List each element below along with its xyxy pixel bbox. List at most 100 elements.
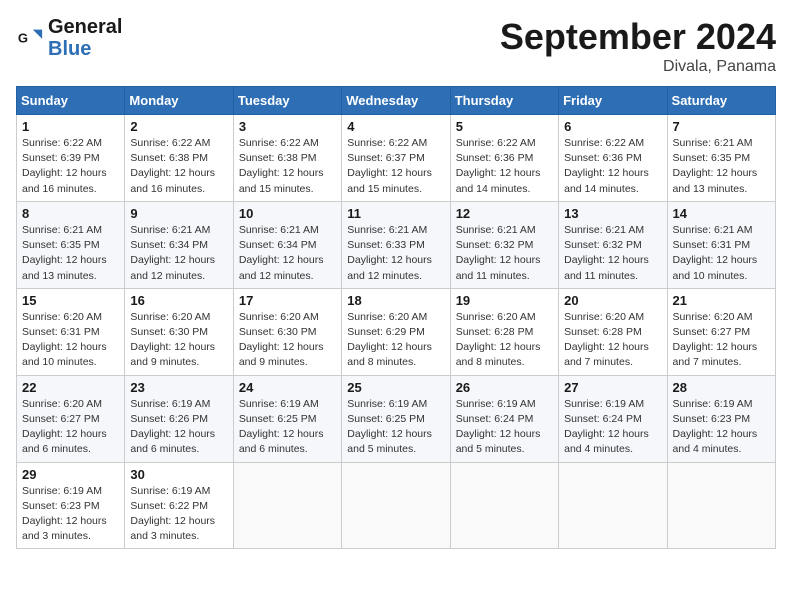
calendar-day-cell: 7 Sunrise: 6:21 AM Sunset: 6:35 PM Daylig…	[667, 115, 775, 202]
logo-icon: G	[16, 24, 44, 52]
day-number: 30	[130, 467, 227, 482]
calendar-day-cell: 21 Sunrise: 6:20 AM Sunset: 6:27 PM Dayli…	[667, 288, 775, 375]
day-info: Sunrise: 6:21 AM Sunset: 6:35 PM Dayligh…	[673, 136, 770, 197]
day-info: Sunrise: 6:19 AM Sunset: 6:24 PM Dayligh…	[456, 397, 553, 458]
day-header-saturday: Saturday	[667, 87, 775, 115]
day-number: 24	[239, 380, 336, 395]
day-header-thursday: Thursday	[450, 87, 558, 115]
logo-line2: Blue	[48, 38, 122, 60]
day-number: 10	[239, 206, 336, 221]
calendar-week-row: 1Sunrise: 6:22 AM Sunset: 6:39 PM Daylig…	[17, 115, 776, 202]
day-info: Sunrise: 6:22 AM Sunset: 6:37 PM Dayligh…	[347, 136, 444, 197]
calendar-day-cell: 8 Sunrise: 6:21 AM Sunset: 6:35 PM Daylig…	[17, 201, 125, 288]
calendar-day-cell: 6 Sunrise: 6:22 AM Sunset: 6:36 PM Daylig…	[559, 115, 667, 202]
day-info: Sunrise: 6:22 AM Sunset: 6:38 PM Dayligh…	[130, 136, 227, 197]
calendar-day-cell: 9 Sunrise: 6:21 AM Sunset: 6:34 PM Daylig…	[125, 201, 233, 288]
day-info: Sunrise: 6:20 AM Sunset: 6:27 PM Dayligh…	[22, 397, 119, 458]
day-number: 6	[564, 119, 661, 134]
day-number: 21	[673, 293, 770, 308]
day-number: 8	[22, 206, 119, 221]
day-info: Sunrise: 6:19 AM Sunset: 6:25 PM Dayligh…	[239, 397, 336, 458]
day-info: Sunrise: 6:19 AM Sunset: 6:25 PM Dayligh…	[347, 397, 444, 458]
day-number: 20	[564, 293, 661, 308]
day-header-wednesday: Wednesday	[342, 87, 450, 115]
day-info: Sunrise: 6:19 AM Sunset: 6:26 PM Dayligh…	[130, 397, 227, 458]
calendar-week-row: 29 Sunrise: 6:19 AM Sunset: 6:23 PM Dayli…	[17, 462, 776, 549]
month-title: September 2024	[500, 16, 776, 58]
day-info: Sunrise: 6:21 AM Sunset: 6:34 PM Dayligh…	[130, 223, 227, 284]
day-header-sunday: Sunday	[17, 87, 125, 115]
location: Divala, Panama	[500, 58, 776, 76]
day-number: 14	[673, 206, 770, 221]
calendar-day-cell: 13 Sunrise: 6:21 AM Sunset: 6:32 PM Dayli…	[559, 201, 667, 288]
day-header-tuesday: Tuesday	[233, 87, 341, 115]
calendar-day-cell: 28 Sunrise: 6:19 AM Sunset: 6:23 PM Dayli…	[667, 375, 775, 462]
day-number: 25	[347, 380, 444, 395]
day-number: 28	[673, 380, 770, 395]
day-info: Sunrise: 6:21 AM Sunset: 6:31 PM Dayligh…	[673, 223, 770, 284]
day-number: 26	[456, 380, 553, 395]
calendar-day-cell: 16Sunrise: 6:20 AM Sunset: 6:30 PM Dayli…	[125, 288, 233, 375]
calendar-day-cell: 30 Sunrise: 6:19 AM Sunset: 6:22 PM Dayli…	[125, 462, 233, 549]
calendar-day-cell: 20Sunrise: 6:20 AM Sunset: 6:28 PM Dayli…	[559, 288, 667, 375]
calendar-day-cell: 24 Sunrise: 6:19 AM Sunset: 6:25 PM Dayli…	[233, 375, 341, 462]
calendar-day-cell: 3 Sunrise: 6:22 AM Sunset: 6:38 PM Daylig…	[233, 115, 341, 202]
day-number: 12	[456, 206, 553, 221]
calendar-day-cell: 12 Sunrise: 6:21 AM Sunset: 6:32 PM Dayli…	[450, 201, 558, 288]
page-header: G General Blue September 2024 Divala, Pa…	[16, 16, 776, 76]
calendar-week-row: 15Sunrise: 6:20 AM Sunset: 6:31 PM Dayli…	[17, 288, 776, 375]
day-number: 13	[564, 206, 661, 221]
day-info: Sunrise: 6:19 AM Sunset: 6:23 PM Dayligh…	[22, 484, 119, 545]
day-number: 16	[130, 293, 227, 308]
day-info: Sunrise: 6:21 AM Sunset: 6:32 PM Dayligh…	[456, 223, 553, 284]
day-info: Sunrise: 6:19 AM Sunset: 6:22 PM Dayligh…	[130, 484, 227, 545]
calendar-day-cell: 10Sunrise: 6:21 AM Sunset: 6:34 PM Dayli…	[233, 201, 341, 288]
day-info: Sunrise: 6:19 AM Sunset: 6:24 PM Dayligh…	[564, 397, 661, 458]
calendar-empty-cell	[667, 462, 775, 549]
calendar-day-cell: 4 Sunrise: 6:22 AM Sunset: 6:37 PM Daylig…	[342, 115, 450, 202]
day-number: 2	[130, 119, 227, 134]
day-info: Sunrise: 6:19 AM Sunset: 6:23 PM Dayligh…	[673, 397, 770, 458]
day-info: Sunrise: 6:21 AM Sunset: 6:32 PM Dayligh…	[564, 223, 661, 284]
calendar-day-cell: 1Sunrise: 6:22 AM Sunset: 6:39 PM Daylig…	[17, 115, 125, 202]
day-number: 18	[347, 293, 444, 308]
calendar-day-cell: 2 Sunrise: 6:22 AM Sunset: 6:38 PM Daylig…	[125, 115, 233, 202]
calendar-day-cell: 25 Sunrise: 6:19 AM Sunset: 6:25 PM Dayli…	[342, 375, 450, 462]
day-info: Sunrise: 6:21 AM Sunset: 6:33 PM Dayligh…	[347, 223, 444, 284]
calendar-day-cell: 27Sunrise: 6:19 AM Sunset: 6:24 PM Dayli…	[559, 375, 667, 462]
logo-line1: General	[48, 16, 122, 38]
calendar-day-cell: 29 Sunrise: 6:19 AM Sunset: 6:23 PM Dayli…	[17, 462, 125, 549]
calendar-day-cell: 22 Sunrise: 6:20 AM Sunset: 6:27 PM Dayli…	[17, 375, 125, 462]
day-header-friday: Friday	[559, 87, 667, 115]
day-number: 3	[239, 119, 336, 134]
calendar-week-row: 8 Sunrise: 6:21 AM Sunset: 6:35 PM Daylig…	[17, 201, 776, 288]
calendar-empty-cell	[342, 462, 450, 549]
day-number: 17	[239, 293, 336, 308]
day-info: Sunrise: 6:20 AM Sunset: 6:27 PM Dayligh…	[673, 310, 770, 371]
day-number: 19	[456, 293, 553, 308]
calendar-empty-cell	[450, 462, 558, 549]
calendar-week-row: 22 Sunrise: 6:20 AM Sunset: 6:27 PM Dayli…	[17, 375, 776, 462]
calendar-day-cell: 15Sunrise: 6:20 AM Sunset: 6:31 PM Dayli…	[17, 288, 125, 375]
day-number: 4	[347, 119, 444, 134]
day-number: 15	[22, 293, 119, 308]
day-number: 7	[673, 119, 770, 134]
calendar-day-cell: 26 Sunrise: 6:19 AM Sunset: 6:24 PM Dayli…	[450, 375, 558, 462]
calendar-table: SundayMondayTuesdayWednesdayThursdayFrid…	[16, 86, 776, 549]
day-info: Sunrise: 6:20 AM Sunset: 6:29 PM Dayligh…	[347, 310, 444, 371]
day-number: 22	[22, 380, 119, 395]
day-info: Sunrise: 6:21 AM Sunset: 6:35 PM Dayligh…	[22, 223, 119, 284]
day-number: 9	[130, 206, 227, 221]
day-number: 23	[130, 380, 227, 395]
day-info: Sunrise: 6:22 AM Sunset: 6:38 PM Dayligh…	[239, 136, 336, 197]
calendar-header-row: SundayMondayTuesdayWednesdayThursdayFrid…	[17, 87, 776, 115]
day-number: 29	[22, 467, 119, 482]
calendar-empty-cell	[559, 462, 667, 549]
logo: G General Blue	[16, 16, 122, 60]
day-info: Sunrise: 6:22 AM Sunset: 6:39 PM Dayligh…	[22, 136, 119, 197]
calendar-day-cell: 5Sunrise: 6:22 AM Sunset: 6:36 PM Daylig…	[450, 115, 558, 202]
day-info: Sunrise: 6:22 AM Sunset: 6:36 PM Dayligh…	[564, 136, 661, 197]
title-block: September 2024 Divala, Panama	[500, 16, 776, 76]
calendar-day-cell: 23 Sunrise: 6:19 AM Sunset: 6:26 PM Dayli…	[125, 375, 233, 462]
day-info: Sunrise: 6:20 AM Sunset: 6:28 PM Dayligh…	[456, 310, 553, 371]
